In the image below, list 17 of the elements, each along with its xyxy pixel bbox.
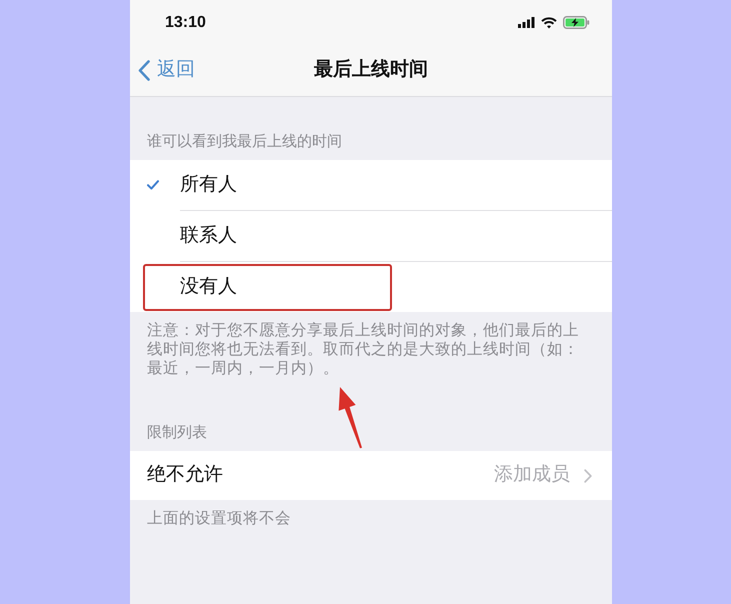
- row-label: 绝不允许: [147, 463, 223, 488]
- wifi-icon: [541, 16, 557, 28]
- row-value: 添加成员: [494, 463, 570, 488]
- chevron-right-icon: [584, 468, 592, 482]
- section-header: 谁可以看到我最后上线的时间: [147, 132, 342, 152]
- battery-charging-icon: [563, 16, 590, 29]
- section-footer-note: 注意：对于您不愿意分享最后上线时间的对象，他们最后的上线时间您将也无法看到。取而代之的是大致的上线时间（如：最近，一周内，一月内）。: [147, 321, 579, 378]
- option-label: 所有人: [180, 172, 237, 197]
- status-time: 13:10: [165, 12, 206, 32]
- section-footer-note: 上面的设置项将不会: [147, 509, 292, 528]
- option-label: 没有人: [180, 274, 237, 299]
- annotation-arrow: [338, 386, 363, 449]
- page-title: 最后上线时间: [314, 58, 428, 82]
- section-header: 限制列表: [147, 423, 207, 443]
- back-chevron-icon: [138, 60, 150, 81]
- signal-icon: [518, 17, 535, 28]
- option-label: 联系人: [180, 224, 237, 248]
